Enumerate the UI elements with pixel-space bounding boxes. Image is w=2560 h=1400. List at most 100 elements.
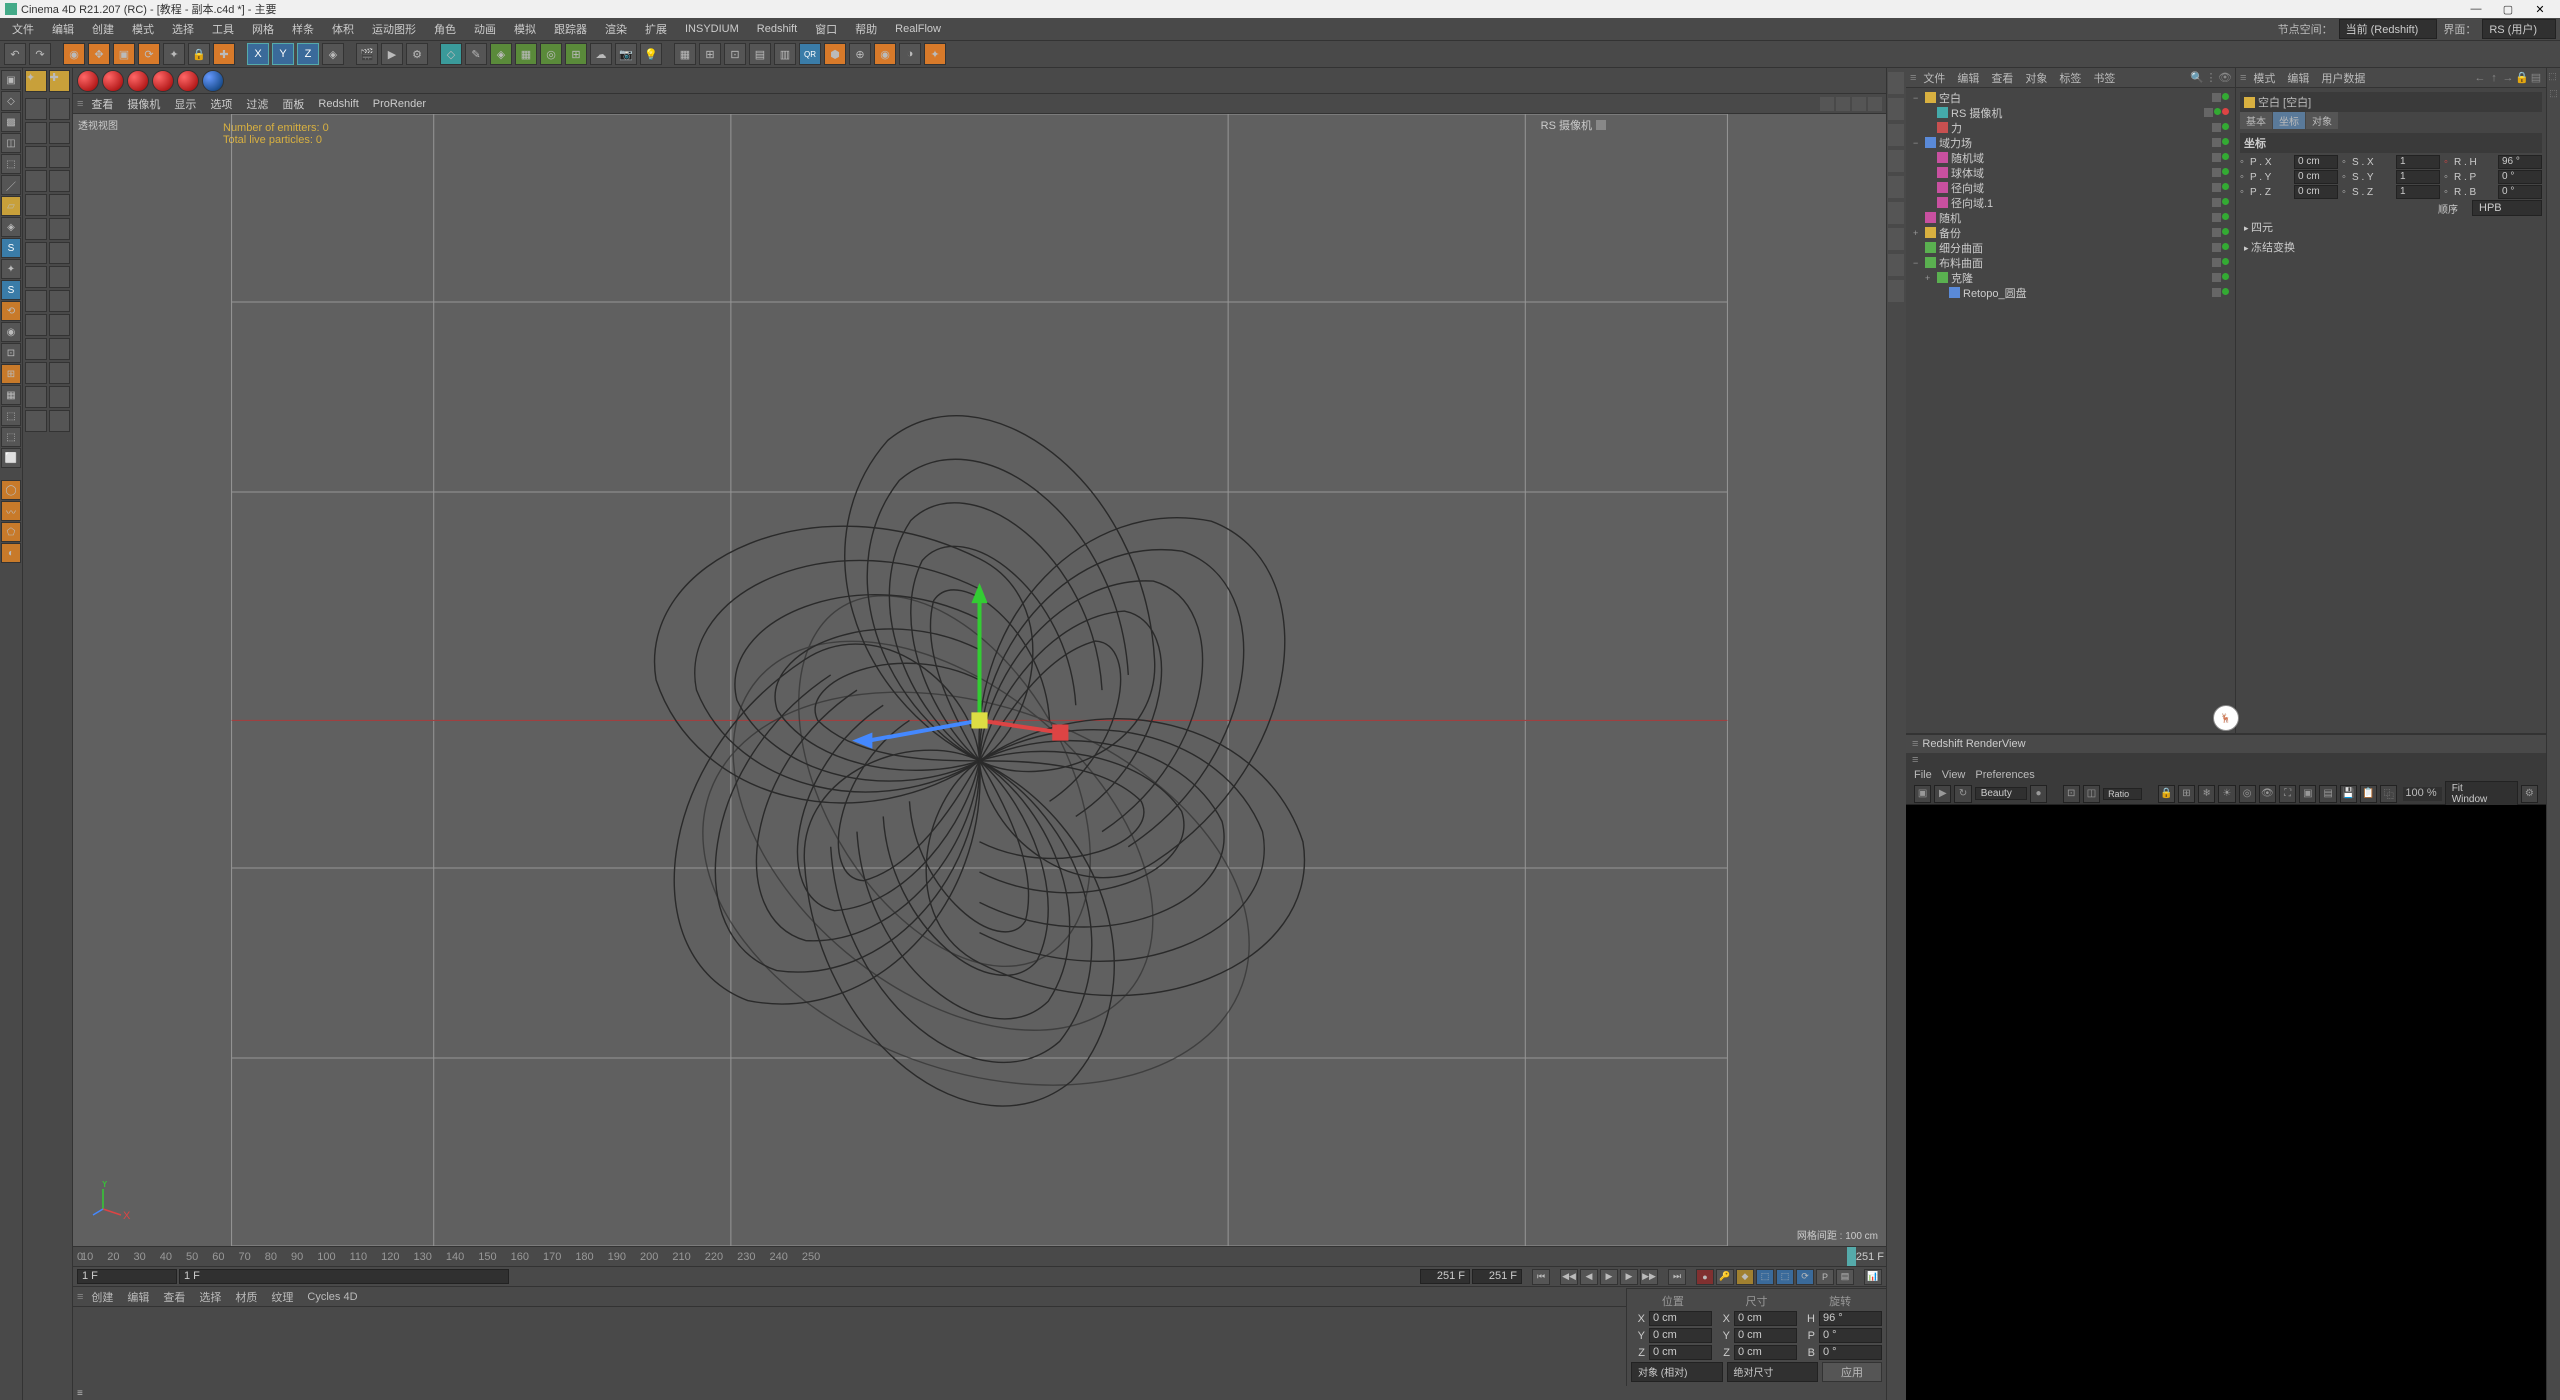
attr-rb[interactable]: 0 ° bbox=[2498, 185, 2542, 199]
object-tree[interactable]: −空白RS 摄像机力−域力场随机域球体域径向域径向域.1随机+备份细分曲面−布料… bbox=[1906, 88, 2235, 733]
environment-button[interactable]: ☁ bbox=[590, 43, 612, 65]
rv-ratio-dropdown[interactable]: Ratio bbox=[2103, 788, 2142, 800]
dock-btn[interactable] bbox=[1888, 98, 1904, 120]
rs-sphere-4[interactable] bbox=[152, 70, 174, 92]
tree-row[interactable]: +备份 bbox=[1906, 225, 2235, 240]
snap-settings[interactable]: ⊞ bbox=[1, 364, 21, 384]
back-icon[interactable]: ← bbox=[2474, 72, 2486, 84]
pal-btn[interactable] bbox=[25, 194, 47, 216]
menu-insydium[interactable]: INSYDIUM bbox=[677, 20, 747, 38]
generator-button[interactable]: ▦ bbox=[515, 43, 537, 65]
vp-nav-icon[interactable] bbox=[1820, 97, 1834, 111]
pal-btn[interactable] bbox=[49, 98, 71, 120]
cube-button[interactable]: ◇ bbox=[440, 43, 462, 65]
pal-btn[interactable] bbox=[49, 338, 71, 360]
rs-sphere-1[interactable] bbox=[77, 70, 99, 92]
object-label[interactable]: 备份 bbox=[1939, 225, 2209, 241]
dock-btn[interactable] bbox=[1888, 124, 1904, 146]
rs-sphere-5[interactable] bbox=[177, 70, 199, 92]
size-z[interactable]: 0 cm bbox=[1734, 1345, 1797, 1360]
object-toggles[interactable] bbox=[2212, 213, 2229, 222]
tree-row[interactable]: −域力场 bbox=[1906, 135, 2235, 150]
live-select-button[interactable]: ◉ bbox=[63, 43, 85, 65]
mat-menu-cycles[interactable]: Cycles 4D bbox=[301, 1289, 363, 1305]
vp-nav-icon[interactable] bbox=[1836, 97, 1850, 111]
attr-tab-object[interactable]: 对象 bbox=[2306, 112, 2338, 129]
qr-button[interactable]: QR bbox=[799, 43, 821, 65]
tool-grid2[interactable]: ⊞ bbox=[699, 43, 721, 65]
play-forward-button[interactable]: ▶ bbox=[1620, 1269, 1638, 1285]
edge-mode[interactable]: ／ bbox=[1, 175, 21, 195]
vp-nav-icon[interactable] bbox=[1868, 97, 1882, 111]
goto-end-button[interactable]: ⏭ bbox=[1668, 1269, 1686, 1285]
pal-btn[interactable] bbox=[49, 170, 71, 192]
menu-spline[interactable]: 样条 bbox=[284, 18, 322, 40]
deformer-button[interactable]: ◎ bbox=[540, 43, 562, 65]
lock-icon[interactable]: 🔒 bbox=[2516, 72, 2528, 84]
vp-nav-icon[interactable] bbox=[1852, 97, 1866, 111]
object-label[interactable]: 细分曲面 bbox=[1939, 240, 2209, 256]
menu-help[interactable]: 帮助 bbox=[847, 18, 885, 40]
timeline-marker[interactable] bbox=[1847, 1247, 1856, 1266]
pal-btn[interactable] bbox=[49, 146, 71, 168]
object-label[interactable]: 克隆 bbox=[1951, 270, 2209, 286]
workplane-mode[interactable]: ◫ bbox=[1, 133, 21, 153]
dock-btn[interactable] bbox=[1888, 228, 1904, 250]
dock-btn[interactable] bbox=[1888, 254, 1904, 276]
side-tab-icon[interactable]: ⬚ bbox=[2549, 72, 2559, 82]
object-toggles[interactable] bbox=[2212, 228, 2229, 237]
rotate-button[interactable]: ⟳ bbox=[138, 43, 160, 65]
rs-sphere-2[interactable] bbox=[102, 70, 124, 92]
tree-row[interactable]: −空白 bbox=[1906, 90, 2235, 105]
rv-sphere-button[interactable]: ● bbox=[2030, 785, 2047, 803]
rv-play-button[interactable]: ▶ bbox=[1934, 785, 1951, 803]
keyframe-button[interactable]: ◆ bbox=[1736, 1269, 1754, 1285]
menu-render[interactable]: 渲染 bbox=[597, 18, 635, 40]
menu-mode[interactable]: 模式 bbox=[124, 18, 162, 40]
coord-apply-button[interactable]: 应用 bbox=[1822, 1362, 1882, 1382]
goto-start-button[interactable]: ⏮ bbox=[1532, 1269, 1550, 1285]
key-rot[interactable]: ⟳ bbox=[1796, 1269, 1814, 1285]
start-frame-field[interactable]: 1 F bbox=[77, 1269, 177, 1284]
object-toggles[interactable] bbox=[2212, 123, 2229, 132]
pos-y[interactable]: 0 cm bbox=[1649, 1328, 1712, 1343]
object-toggles[interactable] bbox=[2212, 258, 2229, 267]
render-settings-button[interactable]: ⚙ bbox=[406, 43, 428, 65]
object-label[interactable]: 球体域 bbox=[1951, 165, 2209, 181]
object-toggles[interactable] bbox=[2212, 288, 2229, 297]
material-browser[interactable] bbox=[73, 1306, 1886, 1386]
object-label[interactable]: 随机 bbox=[1939, 210, 2209, 226]
rv-copy-button[interactable]: 📋 bbox=[2360, 785, 2377, 803]
light-button[interactable]: 💡 bbox=[640, 43, 662, 65]
rv-crop-button[interactable]: ◫ bbox=[2083, 785, 2100, 803]
tool-grid4[interactable]: ▤ bbox=[749, 43, 771, 65]
rv-sun-button[interactable]: ☀ bbox=[2218, 785, 2235, 803]
redo-button[interactable]: ↷ bbox=[29, 43, 51, 65]
expand-toggle[interactable]: + bbox=[1925, 273, 1934, 283]
select-lasso[interactable]: 〰 bbox=[1, 501, 21, 521]
select-poly[interactable]: ⬠ bbox=[1, 522, 21, 542]
menu-volume[interactable]: 体积 bbox=[324, 18, 362, 40]
object-mode[interactable]: ◇ bbox=[1, 91, 21, 111]
attr-py[interactable]: 0 cm bbox=[2294, 170, 2338, 184]
tree-row[interactable]: 径向域 bbox=[1906, 180, 2235, 195]
next-frame-button[interactable]: ▶▶ bbox=[1640, 1269, 1658, 1285]
attr-group-freeze[interactable]: 冻结变换 bbox=[2240, 237, 2542, 257]
s-mode-2[interactable]: S bbox=[1, 280, 21, 300]
pen-button[interactable]: ✎ bbox=[465, 43, 487, 65]
rv-target-button[interactable]: ◎ bbox=[2239, 785, 2256, 803]
placeholder-2[interactable]: ⬚ bbox=[1, 427, 21, 447]
menu-extensions[interactable]: 扩展 bbox=[637, 18, 675, 40]
placeholder-1[interactable]: ⬚ bbox=[1, 406, 21, 426]
key-pos[interactable]: ⬚ bbox=[1756, 1269, 1774, 1285]
rv-expand-button[interactable]: ⛶ bbox=[2279, 785, 2296, 803]
key-scale[interactable]: ⬚ bbox=[1776, 1269, 1794, 1285]
tree-row[interactable]: 力 bbox=[1906, 120, 2235, 135]
pos-z[interactable]: 0 cm bbox=[1649, 1345, 1712, 1360]
rv-zoom-field[interactable]: 100 % bbox=[2403, 787, 2441, 801]
object-toggles[interactable] bbox=[2212, 93, 2229, 102]
order-dropdown[interactable]: HPB bbox=[2472, 200, 2542, 216]
tree-row[interactable]: −布料曲面 bbox=[1906, 255, 2235, 270]
vp-menu-prorender[interactable]: ProRender bbox=[367, 96, 432, 112]
undo-button[interactable]: ↶ bbox=[4, 43, 26, 65]
